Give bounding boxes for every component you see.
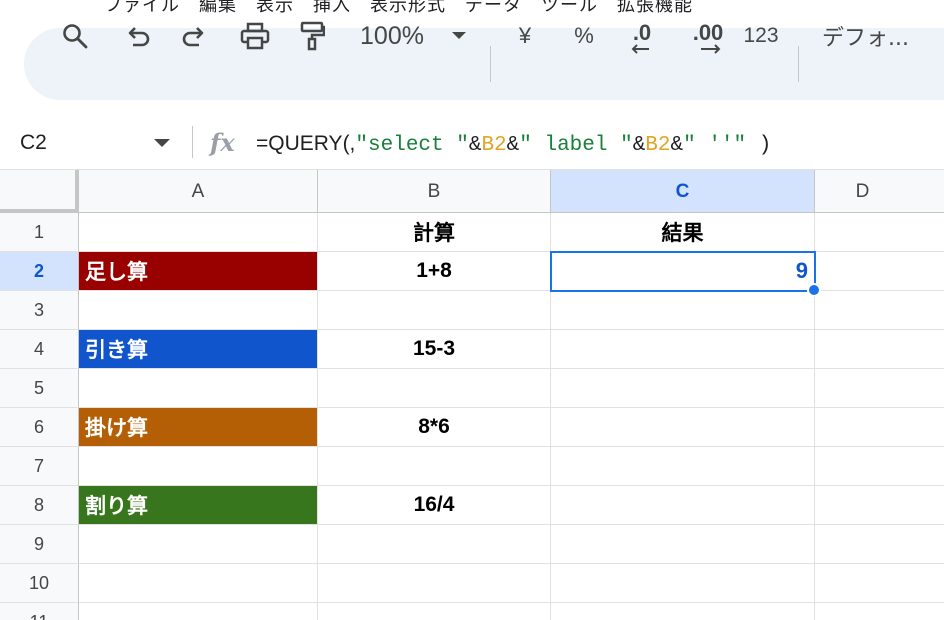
cell-b9[interactable] xyxy=(318,525,551,564)
formula-function: =QUERY(, xyxy=(256,132,356,155)
row-header-10[interactable]: 10 xyxy=(0,564,79,603)
cell-d11[interactable] xyxy=(815,603,944,620)
cell-d4[interactable] xyxy=(815,330,944,369)
cell-b1[interactable]: 計算 xyxy=(318,213,551,252)
cell-a5[interactable] xyxy=(79,369,318,408)
fill-handle[interactable] xyxy=(807,283,821,297)
increase-decimal-label: .00 xyxy=(692,20,724,45)
cell-d2[interactable] xyxy=(815,252,944,291)
cell-c7[interactable] xyxy=(551,447,815,486)
cell-d9[interactable] xyxy=(815,525,944,564)
cell-c2[interactable]: 9 xyxy=(551,252,815,291)
cell-a6[interactable]: 掛け算 xyxy=(79,408,318,447)
select-all-corner[interactable] xyxy=(0,170,79,213)
zoom-dropdown-icon[interactable] xyxy=(446,0,472,72)
formula-close-paren: ) xyxy=(746,134,772,157)
currency-format-button[interactable]: ¥ xyxy=(510,0,540,72)
cell-a11[interactable] xyxy=(79,603,318,620)
cell-d5[interactable] xyxy=(815,369,944,408)
formula-bar: C2 fx =QUERY(,"select "&B2&" label "&B2&… xyxy=(0,116,944,170)
column-header-d[interactable]: D xyxy=(815,170,944,213)
cell-a7[interactable] xyxy=(79,447,318,486)
formula-cell-ref: B2 xyxy=(645,134,671,157)
row-header-1[interactable]: 1 xyxy=(0,213,79,252)
cell-b2[interactable]: 1+8 xyxy=(318,252,551,291)
decrease-decimal-label: .0 xyxy=(632,20,652,45)
row-header-3[interactable]: 3 xyxy=(0,291,79,330)
undo-icon[interactable] xyxy=(120,0,156,72)
cell-c3[interactable] xyxy=(551,291,815,330)
cell-b11[interactable] xyxy=(318,603,551,620)
formula-bar-divider xyxy=(192,126,193,158)
cell-d8[interactable] xyxy=(815,486,944,525)
row-header-11[interactable]: 11 xyxy=(0,603,79,620)
column-header-a[interactable]: A xyxy=(79,170,318,213)
cell-a4[interactable]: 引き算 xyxy=(79,330,318,369)
formula-cell-ref: B2 xyxy=(481,134,507,157)
cell-c6[interactable] xyxy=(551,408,815,447)
formula-input[interactable]: =QUERY(,"select "&B2&" label "&B2&" ''" … xyxy=(256,116,771,170)
cell-d6[interactable] xyxy=(815,408,944,447)
cell-c11[interactable] xyxy=(551,603,815,620)
toolbar-divider xyxy=(490,46,491,82)
column-header-c[interactable]: C xyxy=(551,170,815,213)
zoom-value[interactable]: 100% xyxy=(352,0,432,72)
cell-c1[interactable]: 結果 xyxy=(551,213,815,252)
formula-string: " label " xyxy=(519,134,633,157)
cell-d3[interactable] xyxy=(815,291,944,330)
redo-icon[interactable] xyxy=(176,0,212,72)
cell-b3[interactable] xyxy=(318,291,551,330)
cell-c9[interactable] xyxy=(551,525,815,564)
decrease-decimal-button[interactable]: .0 xyxy=(620,0,664,72)
font-selector[interactable]: デフォ... xyxy=(822,0,932,72)
increase-decimal-button[interactable]: .00 xyxy=(682,0,734,72)
number-format-button[interactable]: 123 xyxy=(738,0,784,72)
formula-operator: & xyxy=(468,134,482,157)
cell-a1[interactable] xyxy=(79,213,318,252)
cell-a10[interactable] xyxy=(79,564,318,603)
cell-c5[interactable] xyxy=(551,369,815,408)
search-icon[interactable] xyxy=(56,0,94,72)
toolbar xyxy=(24,28,944,100)
paint-format-icon[interactable] xyxy=(294,0,330,72)
cell-b7[interactable] xyxy=(318,447,551,486)
print-icon[interactable] xyxy=(235,0,275,72)
toolbar-divider xyxy=(798,46,799,82)
cell-b8[interactable]: 16/4 xyxy=(318,486,551,525)
name-box-dropdown-icon[interactable] xyxy=(154,139,170,147)
cell-c4[interactable] xyxy=(551,330,815,369)
cell-a2[interactable]: 足し算 xyxy=(79,252,318,291)
formula-operator: & xyxy=(670,134,684,157)
cell-b10[interactable] xyxy=(318,564,551,603)
row-header-4[interactable]: 4 xyxy=(0,330,79,369)
cell-c10[interactable] xyxy=(551,564,815,603)
percent-format-button[interactable]: % xyxy=(566,0,602,72)
row-header-6[interactable]: 6 xyxy=(0,408,79,447)
formula-operator: & xyxy=(506,134,520,157)
fx-icon: fx xyxy=(210,128,235,157)
cell-b4[interactable]: 15-3 xyxy=(318,330,551,369)
arrow-right-icon xyxy=(701,44,721,54)
cell-a3[interactable] xyxy=(79,291,318,330)
cell-d10[interactable] xyxy=(815,564,944,603)
formula-operator: & xyxy=(632,134,646,157)
row-header-5[interactable]: 5 xyxy=(0,369,79,408)
row-header-8[interactable]: 8 xyxy=(0,486,79,525)
row-header-7[interactable]: 7 xyxy=(0,447,79,486)
name-box[interactable]: C2 xyxy=(20,116,47,170)
cell-c8[interactable] xyxy=(551,486,815,525)
cell-b6[interactable]: 8*6 xyxy=(318,408,551,447)
cell-b5[interactable] xyxy=(318,369,551,408)
cell-d1[interactable] xyxy=(815,213,944,252)
column-header-b[interactable]: B xyxy=(318,170,551,213)
row-header-9[interactable]: 9 xyxy=(0,525,79,564)
formula-string: "select " xyxy=(355,134,469,157)
arrow-left-icon xyxy=(631,44,649,54)
cell-a9[interactable] xyxy=(79,525,318,564)
spreadsheet-grid: A B C D 1 2 3 4 5 6 7 8 9 10 11 計算 結果 足し… xyxy=(0,170,944,620)
cell-d7[interactable] xyxy=(815,447,944,486)
formula-string: " ''" xyxy=(683,134,747,157)
row-header-2[interactable]: 2 xyxy=(0,252,79,291)
cell-a8[interactable]: 割り算 xyxy=(79,486,318,525)
